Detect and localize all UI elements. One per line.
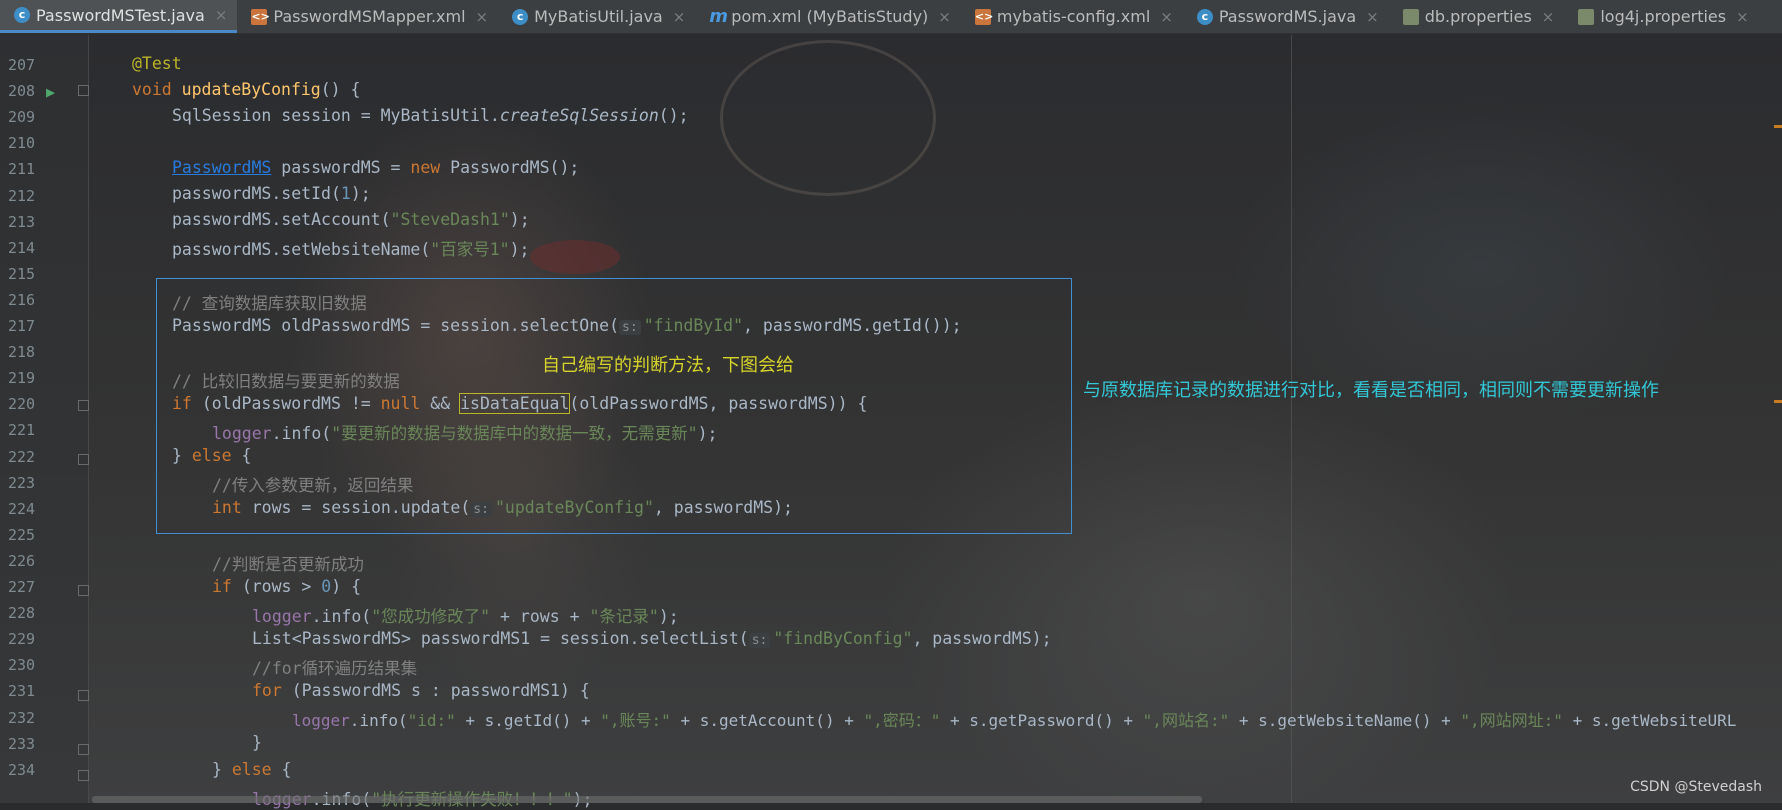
- properties-icon: [1578, 8, 1595, 25]
- line-number: 233: [8, 734, 36, 753]
- line-number: 232: [8, 708, 36, 727]
- line-number: 214: [8, 238, 36, 257]
- code-line: passwordMS.setId(1);: [172, 184, 371, 203]
- tab-pom-xml[interactable]: m pom.xml (MyBatisStudy) ×: [695, 0, 961, 33]
- line-number: 231: [8, 682, 36, 701]
- tab-label: pom.xml (MyBatisStudy): [731, 7, 929, 26]
- code-line: if (rows > 0) {: [212, 577, 362, 596]
- line-number: 228: [8, 604, 36, 623]
- line-number: 209: [8, 108, 36, 127]
- horizontal-scrollbar[interactable]: [92, 796, 1202, 803]
- xml-icon: <>: [974, 8, 994, 25]
- code-line: //判断是否更新成功: [212, 555, 364, 574]
- fold-marker-icon[interactable]: [78, 585, 89, 596]
- line-number: 217: [8, 317, 36, 335]
- tab-passwordmsmapper-xml[interactable]: <> PasswordMSMapper.xml ×: [237, 0, 498, 33]
- class-icon: c: [14, 7, 30, 23]
- maven-icon: m: [709, 5, 729, 27]
- code-line: //for循环遍历结果集: [252, 659, 418, 678]
- line-number: 210: [8, 134, 36, 153]
- tab-label: PasswordMSTest.java: [36, 5, 205, 25]
- fold-marker-icon[interactable]: [78, 770, 89, 781]
- code-line: logger.info("您成功修改了" + rows + "条记录");: [252, 607, 679, 626]
- line-number: 224: [8, 499, 36, 518]
- properties-icon: [1402, 8, 1419, 25]
- close-icon[interactable]: ×: [1366, 8, 1379, 26]
- code-line: } else {: [212, 760, 292, 779]
- code-line: passwordMS.setAccount("SteveDash1");: [172, 210, 530, 229]
- close-icon[interactable]: ×: [1542, 8, 1555, 26]
- watermark: CSDN @Stevedash: [1630, 779, 1762, 795]
- code-line: passwordMS.setWebsiteName("百家号1");: [172, 240, 530, 259]
- tab-label: PasswordMSMapper.xml: [273, 7, 466, 26]
- line-number: 222: [8, 447, 36, 466]
- line-number: 219: [8, 369, 36, 388]
- close-icon[interactable]: ×: [938, 8, 951, 26]
- wallpaper-detail: [720, 40, 936, 196]
- class-icon: c: [1196, 8, 1213, 25]
- tab-passwordmstest-java[interactable]: c PasswordMSTest.java ×: [0, 0, 238, 33]
- line-number: 218: [8, 343, 36, 362]
- tab-db-properties[interactable]: db.properties ×: [1389, 0, 1565, 33]
- code-line: logger.info("id:" + s.getId() + ",账号:" +…: [292, 711, 1737, 730]
- fold-marker-icon[interactable]: [78, 85, 89, 96]
- xml-icon: <>: [251, 8, 270, 25]
- line-number: 216: [8, 290, 36, 309]
- line-number: 211: [8, 160, 36, 179]
- close-icon[interactable]: ×: [476, 8, 489, 26]
- code-line: List<PasswordMS> passwordMS1 = session.s…: [252, 629, 1052, 648]
- code-line: SqlSession session = MyBatisUtil.createS…: [172, 106, 689, 125]
- line-number: 220: [8, 395, 36, 414]
- right-margin-guide: [1291, 35, 1292, 803]
- line-number: 234: [8, 760, 36, 779]
- tab-label: MyBatisUtil.java: [534, 7, 663, 26]
- close-icon[interactable]: ×: [215, 6, 228, 24]
- wallpaper-detail: [530, 240, 620, 274]
- line-number: 229: [8, 630, 36, 649]
- line-number: 208: [8, 82, 36, 101]
- line-number: 213: [8, 212, 36, 231]
- close-icon[interactable]: ×: [1736, 8, 1749, 26]
- fold-marker-icon[interactable]: [78, 690, 89, 701]
- line-number: 221: [8, 421, 36, 440]
- parameter-hint: s:: [748, 633, 771, 648]
- line-number: 215: [8, 264, 36, 283]
- tab-label: db.properties: [1424, 7, 1532, 26]
- line-number: 230: [8, 656, 36, 675]
- scroll-marker[interactable]: [1774, 400, 1782, 403]
- class-icon: c: [512, 8, 529, 25]
- line-number: 212: [8, 186, 36, 205]
- code-line: for (PasswordMS s : passwordMS1) {: [252, 681, 590, 700]
- line-number: 226: [8, 551, 36, 570]
- tab-log4j-properties[interactable]: log4j.properties ×: [1564, 0, 1758, 33]
- tab-label: log4j.properties: [1600, 7, 1727, 26]
- line-number: 223: [8, 473, 36, 492]
- tab-passwordms-java[interactable]: c PasswordMS.java ×: [1183, 0, 1389, 33]
- code-line: void updateByConfig() {: [132, 80, 361, 99]
- tab-label: mybatis-config.xml: [996, 7, 1151, 26]
- tab-mybatisutil-java[interactable]: c MyBatisUtil.java ×: [498, 0, 695, 33]
- code-line: @Test: [132, 54, 182, 73]
- line-number: 225: [8, 525, 36, 544]
- compare-annotation: 与原数据库记录的数据进行对比，看看是否相同，相同则不需要更新操作: [1083, 380, 1659, 401]
- code-line: }: [252, 733, 262, 752]
- line-number: 227: [8, 578, 36, 596]
- code-line: PasswordMS passwordMS = new PasswordMS()…: [172, 158, 580, 177]
- close-icon[interactable]: ×: [1160, 8, 1173, 26]
- highlight-box: [156, 278, 1072, 534]
- method-annotation: 自己编写的判断方法，下图会给: [542, 355, 794, 376]
- fold-marker-icon[interactable]: [78, 454, 89, 465]
- editor-tab-bar: c PasswordMSTest.java × <> PasswordMSMap…: [0, 0, 1782, 34]
- run-test-icon[interactable]: ▶: [46, 83, 55, 101]
- scroll-marker[interactable]: [1774, 125, 1782, 128]
- close-icon[interactable]: ×: [673, 8, 686, 26]
- fold-marker-icon[interactable]: [78, 744, 89, 755]
- fold-marker-icon[interactable]: [78, 400, 89, 411]
- line-number: 207: [8, 56, 36, 74]
- tab-label: PasswordMS.java: [1218, 7, 1357, 26]
- tab-mybatis-config-xml[interactable]: <> mybatis-config.xml ×: [961, 0, 1183, 33]
